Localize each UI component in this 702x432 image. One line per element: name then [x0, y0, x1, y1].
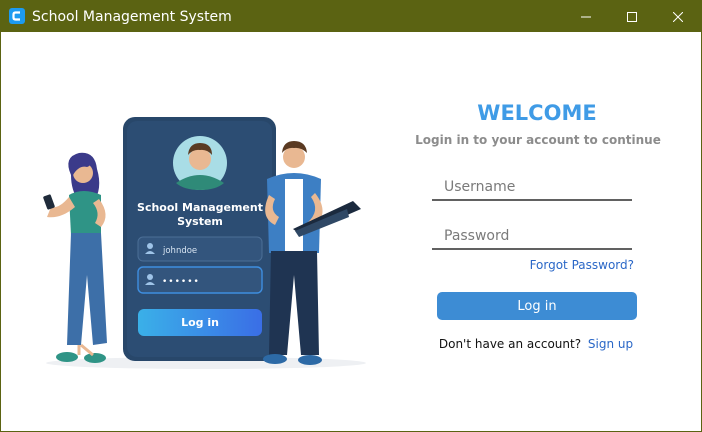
card-password: ••••••	[162, 277, 200, 287]
forgot-password-link[interactable]: Forgot Password?	[501, 258, 634, 272]
maximize-icon	[627, 11, 637, 22]
app-window: School Management System School Manageme…	[0, 0, 702, 432]
app-logo-icon	[9, 8, 25, 24]
card-title-line2: System	[177, 215, 223, 228]
close-icon	[673, 11, 683, 22]
login-button[interactable]: Log in	[437, 292, 637, 320]
signup-row: Don't have an account? Sign up	[421, 337, 651, 351]
login-illustration: School Management System johndoe •••••• …	[43, 117, 366, 369]
card-username: johndoe	[162, 246, 197, 256]
welcome-heading: WELCOME	[477, 101, 597, 125]
minimize-button[interactable]	[563, 1, 609, 32]
password-input[interactable]	[432, 224, 632, 250]
window-title: School Management System	[32, 9, 232, 25]
card-title: School Management	[137, 201, 263, 214]
username-input[interactable]	[432, 175, 632, 201]
close-button[interactable]	[655, 1, 701, 32]
login-subtitle: Login in to your account to continue	[415, 133, 661, 147]
signup-link[interactable]: Sign up	[588, 337, 633, 351]
signup-question: Don't have an account?	[438, 337, 582, 351]
title-bar: School Management System	[1, 1, 701, 32]
minimize-icon	[581, 16, 591, 17]
maximize-button[interactable]	[609, 1, 655, 32]
card-login-label: Log in	[181, 316, 219, 329]
